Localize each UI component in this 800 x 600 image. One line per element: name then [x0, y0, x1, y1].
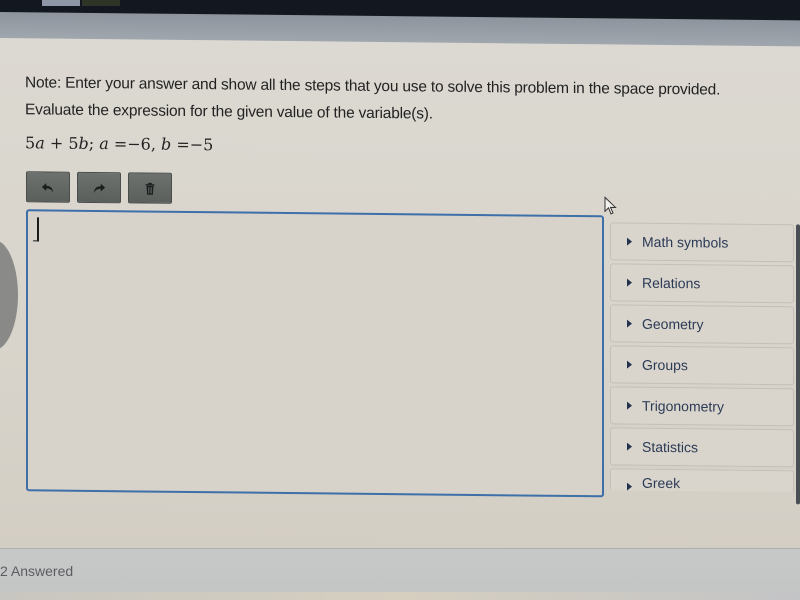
- palette-item-relations[interactable]: Relations: [610, 263, 794, 304]
- undo-button[interactable]: [26, 171, 70, 203]
- palette-item-label: Statistics: [642, 438, 699, 456]
- redo-icon: [93, 183, 106, 193]
- palette-item-greek[interactable]: Greek: [610, 468, 794, 493]
- question-note: Note: Enter your answer and show all the…: [25, 74, 721, 99]
- palette-item-label: Groups: [642, 356, 688, 374]
- palette-item-label: Greek: [642, 474, 681, 492]
- answered-count: 2 Answered: [0, 563, 74, 579]
- palette-item-label: Geometry: [642, 315, 704, 333]
- expr-text: + 5: [44, 133, 79, 153]
- redo-button[interactable]: [77, 171, 121, 204]
- expr-text: 5: [25, 133, 36, 153]
- clear-button[interactable]: [128, 172, 172, 204]
- question-expression: 5a + 5b; a =−6, b =−5: [25, 133, 213, 154]
- palette-item-label: Trigonometry: [642, 397, 724, 415]
- expand-triangle-icon: [627, 401, 632, 410]
- palette-item-statistics[interactable]: Statistics: [610, 427, 794, 468]
- question-instruction: Evaluate the expression for the given va…: [25, 101, 433, 123]
- palette-item-geometry[interactable]: Geometry: [610, 304, 794, 345]
- expand-triangle-icon: [627, 442, 632, 451]
- trash-icon: [145, 182, 155, 195]
- expand-triangle-icon: [627, 482, 632, 491]
- symbol-palette: Math symbols Relations Geometry Groups T…: [610, 222, 794, 495]
- monitor-bottom-edge: [0, 592, 800, 600]
- expand-triangle-icon: [627, 360, 632, 369]
- palette-item-label: Math symbols: [642, 233, 729, 251]
- undo-icon: [41, 182, 54, 193]
- editor-toolbar: [26, 171, 172, 204]
- answer-editor[interactable]: [26, 209, 604, 498]
- palette-item-math-symbols[interactable]: Math symbols: [610, 222, 794, 263]
- palette-item-groups[interactable]: Groups: [610, 345, 794, 386]
- expand-triangle-icon: [627, 319, 632, 328]
- expr-text: =−5: [171, 134, 214, 155]
- palette-item-trigonometry[interactable]: Trigonometry: [610, 386, 794, 427]
- browser-tab-indicator: [42, 0, 80, 6]
- expr-variable: a: [35, 133, 45, 153]
- palette-item-label: Relations: [642, 274, 701, 292]
- palette-scrollbar[interactable]: [796, 224, 800, 505]
- expr-variable: a: [99, 134, 109, 154]
- text-caret: [37, 217, 39, 242]
- mouse-pointer-icon: [604, 196, 617, 215]
- expand-triangle-icon: [627, 278, 632, 287]
- browser-tab-indicator: [82, 0, 120, 6]
- expr-variable: b: [161, 134, 172, 154]
- expr-text: ;: [88, 133, 100, 154]
- expr-variable: b: [78, 133, 89, 153]
- expr-text: =−6,: [108, 134, 162, 154]
- expand-triangle-icon: [627, 237, 632, 246]
- question-page: Note: Enter your answer and show all the…: [0, 38, 800, 559]
- monitor-top-bezel: [0, 0, 800, 14]
